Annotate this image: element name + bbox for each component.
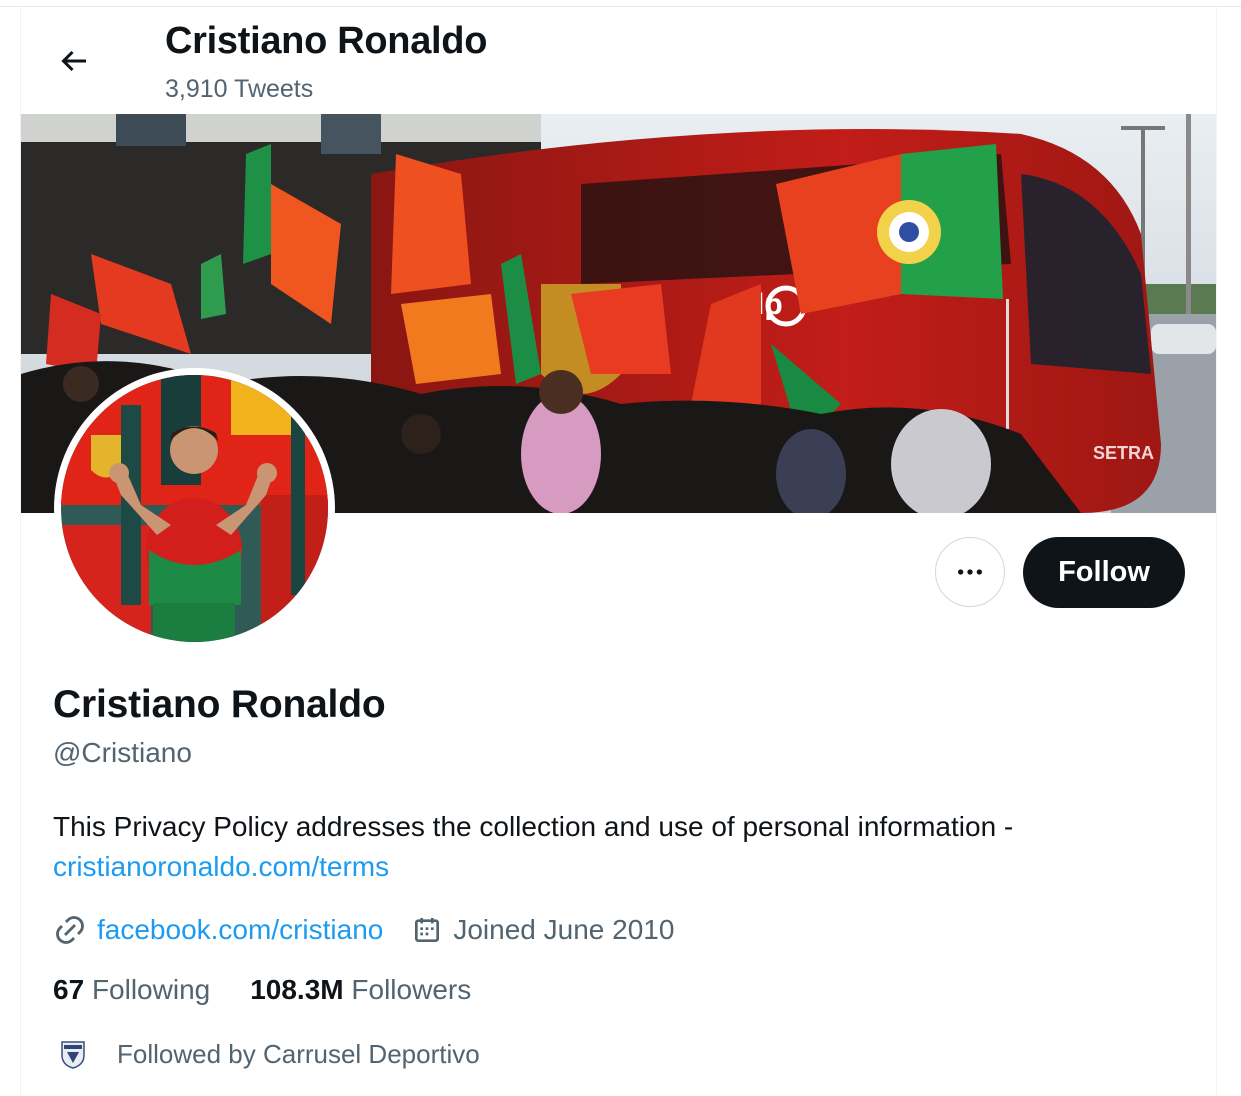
more-options-button[interactable]	[935, 537, 1005, 607]
following-count: 67	[53, 974, 85, 1005]
profile-bio: This Privacy Policy addresses the collec…	[53, 807, 1173, 887]
joined-date: Joined June 2010	[453, 914, 675, 945]
avatar-image	[61, 375, 328, 642]
following-label: Following	[91, 974, 211, 1005]
more-dots-icon	[958, 569, 982, 575]
followed-by-row[interactable]: Followed by Carrusel Deportivo	[53, 1034, 480, 1074]
followed-by-text: Followed by Carrusel Deportivo	[117, 1038, 480, 1069]
profile-stats: 67 Following 108.3M Followers	[53, 974, 511, 1006]
arrow-left-icon	[61, 50, 86, 72]
tweet-count: 3,910 Tweets	[165, 75, 314, 103]
bus-model-text: SETRA	[1093, 443, 1154, 463]
followers-stat[interactable]: 108.3M Followers	[250, 974, 471, 1006]
header-title: Cristiano Ronaldo	[165, 20, 488, 62]
profile-meta: facebook.com/cristiano Joined June 2010	[53, 908, 702, 952]
joined-item: Joined June 2010	[411, 914, 674, 946]
bio-text: This Privacy Policy addresses the collec…	[53, 811, 1014, 842]
bio-link[interactable]: cristianoronaldo.com/terms	[53, 851, 389, 882]
profile-avatar[interactable]	[54, 368, 335, 649]
follow-button[interactable]: Follow	[1023, 537, 1185, 608]
link-icon	[56, 916, 84, 944]
profile-handle: @Cristiano	[53, 737, 192, 768]
follower-avatar	[53, 1034, 93, 1074]
following-stat[interactable]: 67 Following	[53, 974, 210, 1006]
calendar-icon	[415, 918, 440, 942]
website-link[interactable]: facebook.com/cristiano	[97, 914, 383, 946]
followers-label: Followers	[351, 974, 472, 1005]
profile-display-name: Cristiano Ronaldo	[53, 683, 386, 726]
back-button[interactable]	[52, 39, 96, 83]
followers-count: 108.3M	[250, 974, 344, 1005]
shield-crest-icon	[61, 1041, 85, 1069]
website-item: facebook.com/cristiano	[53, 913, 383, 947]
